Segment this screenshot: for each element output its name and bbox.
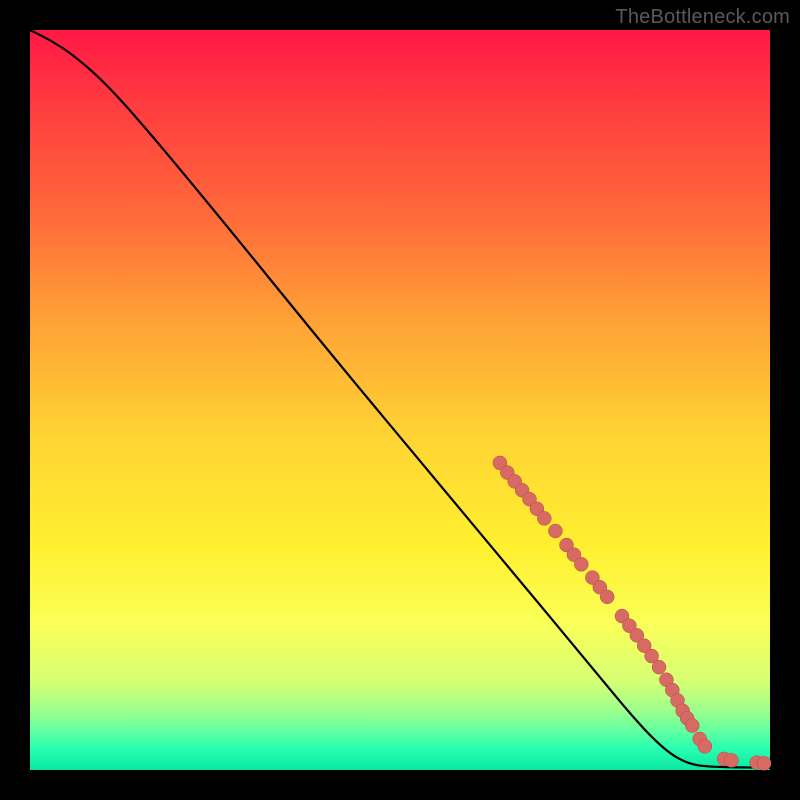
- data-point: [537, 511, 551, 525]
- bottleneck-curve: [30, 30, 770, 768]
- chart-svg: [30, 30, 770, 770]
- plot-area: [30, 30, 770, 770]
- data-point: [685, 719, 699, 733]
- data-point: [600, 590, 614, 604]
- scatter-group: [493, 456, 771, 770]
- data-point: [698, 739, 712, 753]
- data-point: [548, 524, 562, 538]
- watermark-text: TheBottleneck.com: [615, 6, 790, 29]
- data-point: [725, 753, 739, 767]
- chart-frame: TheBottleneck.com: [0, 0, 800, 800]
- data-point: [574, 557, 588, 571]
- data-point: [652, 660, 666, 674]
- data-point: [757, 756, 771, 770]
